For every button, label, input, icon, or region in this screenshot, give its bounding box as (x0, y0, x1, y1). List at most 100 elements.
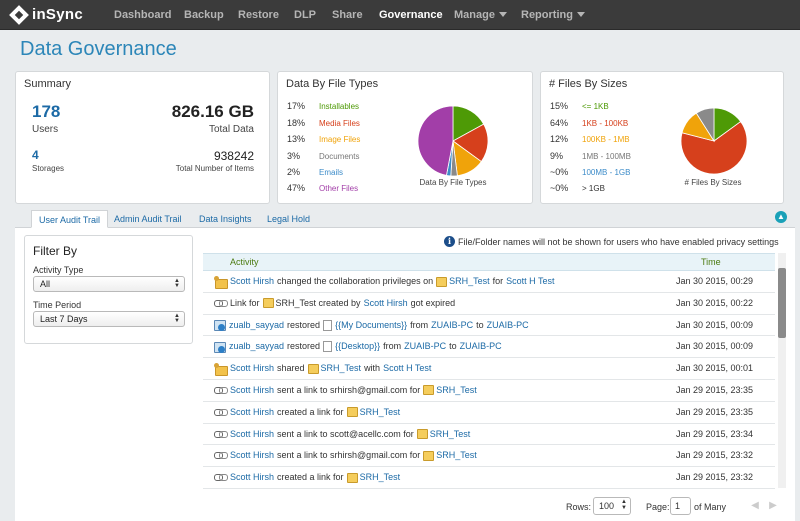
summary-panel: Summary 178 Users 826.16 GB Total Data 4… (15, 71, 270, 204)
activity-type-value: All (40, 279, 51, 289)
activity-text: sent a link to scott@acellc.com for (277, 428, 414, 439)
activity-link[interactable]: Scott Hirsh (230, 402, 274, 423)
activity-cell: zualb_sayyad restored {{Desktop}} from ZUAIB… (214, 336, 502, 357)
file-sizes-panel: # Files By Sizes 15% <= 1KB 64% 1KB - 100K… (540, 71, 784, 204)
activity-link[interactable]: Scott Hirsh (364, 293, 408, 314)
nav-share[interactable]: Share (332, 0, 363, 30)
link-icon (214, 452, 228, 460)
table-row: Scott Hirsh created a link for SRH_Test Jan… (203, 467, 775, 489)
activity-link[interactable]: SRH_Test (360, 467, 401, 488)
legend-pct: 13% (287, 134, 306, 144)
tab-legal-hold[interactable]: Legal Hold (260, 210, 317, 228)
activity-text: with (364, 363, 381, 374)
shared-folder-icon (214, 276, 228, 289)
file-sizes-caption: # Files By Sizes (684, 178, 742, 187)
activity-link[interactable]: ZUAIB-PC (431, 315, 473, 336)
time-cell: Jan 29 2015, 23:35 (676, 406, 754, 417)
activity-link[interactable]: SRH_Test (321, 358, 362, 379)
nav-governance[interactable]: Governance (379, 0, 443, 30)
time-period-select[interactable]: Last 7 Days ▲ ▼ (33, 311, 185, 327)
tab-data-insights[interactable]: Data Insights (192, 210, 259, 228)
legend-label: <= 1KB (582, 102, 609, 111)
filter-panel: Filter By Activity Type All ▲ ▼ Time Peri… (24, 235, 193, 344)
activity-text: sent a link to srhirsh@gmail.com for (277, 384, 421, 395)
folder-icon (423, 385, 435, 396)
activity-link[interactable]: SRH_Test (430, 424, 471, 445)
activity-link[interactable]: SRH_Test (449, 271, 490, 292)
table-row: Scott Hirsh sent a link to scott@acellc.c… (203, 424, 775, 446)
activity-link[interactable]: ZUAIB-PC (404, 336, 446, 357)
rows-select[interactable]: 100 ▲ ▼ (593, 497, 631, 515)
collapse-up-icon[interactable]: ▲ (775, 211, 787, 223)
pie-slice[interactable] (418, 106, 454, 176)
activity-link[interactable]: ZUAIB-PC (487, 315, 529, 336)
activity-link[interactable]: Scott Hirsh (230, 380, 274, 401)
activity-type-select[interactable]: All ▲ ▼ (33, 276, 185, 292)
activity-link[interactable]: SRH_Test (436, 445, 477, 466)
nav-reporting[interactable]: Reporting (521, 0, 585, 30)
time-period-label: Time Period (33, 300, 82, 310)
activity-link[interactable]: Scott Hirsh (230, 424, 274, 445)
insync-logo[interactable]: inSync (9, 4, 83, 25)
activity-link[interactable]: zualb_sayyad (229, 336, 284, 357)
col-time[interactable]: Time (701, 254, 721, 271)
nav-restore[interactable]: Restore (238, 0, 279, 30)
table-row: zualb_sayyad restored {{My Documents}} from… (203, 315, 775, 337)
activity-text: created a link for (277, 472, 344, 483)
legend-pct: 3% (287, 151, 301, 161)
legend-row: 17% Installables (287, 100, 359, 112)
activity-text: from (410, 319, 429, 330)
activity-link[interactable]: Scott Hirsh (230, 445, 274, 466)
table-body: Scott Hirsh changed the collaboration pri… (203, 271, 775, 489)
legend-row: 15% <= 1KB (550, 100, 609, 112)
page-of-label: of Many (694, 502, 727, 512)
activity-link[interactable]: SRH_Test (360, 402, 401, 423)
activity-link[interactable]: Scott H Test (383, 358, 431, 379)
activity-link[interactable]: Scott Hirsh (230, 467, 274, 488)
activity-link[interactable]: SRH_Test (436, 380, 477, 401)
activity-link[interactable]: Scott H Test (506, 271, 554, 292)
link-icon (214, 299, 228, 307)
items-count: 938242 (213, 149, 254, 163)
legend-row: ~0% 100MB - 1GB (550, 166, 630, 178)
legend-label: > 1GB (582, 184, 605, 193)
activity-link[interactable]: {{My Documents}} (335, 315, 407, 336)
privacy-notice-text: File/Folder names will not be shown for … (458, 236, 779, 247)
activity-link[interactable]: ZUAIB-PC (460, 336, 502, 357)
restore-icon (214, 319, 226, 332)
activity-text: created a link for (277, 406, 344, 417)
time-cell: Jan 29 2015, 23:35 (676, 384, 754, 395)
nav-dlp[interactable]: DLP (294, 0, 316, 30)
storages-count: 4 (32, 148, 39, 162)
next-page-icon[interactable]: ▶ (766, 498, 780, 514)
col-activity[interactable]: Activity (230, 254, 259, 271)
legend-label: Emails (319, 168, 344, 177)
nav-backup[interactable]: Backup (184, 0, 224, 30)
legend-label: Installables (319, 102, 360, 111)
activity-cell: zualb_sayyad restored {{My Documents}} from… (214, 315, 529, 336)
time-cell: Jan 29 2015, 23:34 (676, 428, 754, 439)
nav-manage[interactable]: Manage (454, 0, 507, 30)
file-sizes-title: # Files By Sizes (549, 78, 628, 90)
activity-table: Activity Time Scott Hirsh changed the col… (203, 253, 775, 489)
activity-cell: Scott Hirsh created a link for SRH_Test (214, 467, 400, 488)
legend-pct: 18% (287, 118, 306, 128)
page-input[interactable]: 1 (670, 497, 691, 515)
activity-text: Link for (230, 297, 260, 308)
tab-user-audit-trail[interactable]: User Audit Trail (31, 210, 109, 228)
time-period-value: Last 7 Days (40, 314, 88, 324)
time-cell: Jan 30 2015, 00:29 (676, 276, 754, 286)
folder-icon (307, 363, 319, 374)
activity-link[interactable]: {{Desktop}} (335, 336, 380, 357)
tab-admin-audit-trail[interactable]: Admin Audit Trail (107, 210, 189, 228)
activity-link[interactable]: zualb_sayyad (229, 315, 284, 336)
activity-text: changed the collaboration privileges on (277, 276, 434, 286)
prev-page-icon[interactable]: ◀ (748, 498, 762, 514)
scrollbar-thumb[interactable] (778, 268, 786, 338)
storages-label: Storages (32, 164, 65, 173)
activity-link[interactable]: Scott Hirsh (230, 358, 274, 379)
activity-link[interactable]: Scott Hirsh (230, 271, 274, 292)
tab-bar: User Audit Trail Admin Audit Trail Data … (15, 210, 795, 228)
legend-label: Image Files (319, 135, 361, 144)
nav-dashboard[interactable]: Dashboard (114, 0, 171, 30)
